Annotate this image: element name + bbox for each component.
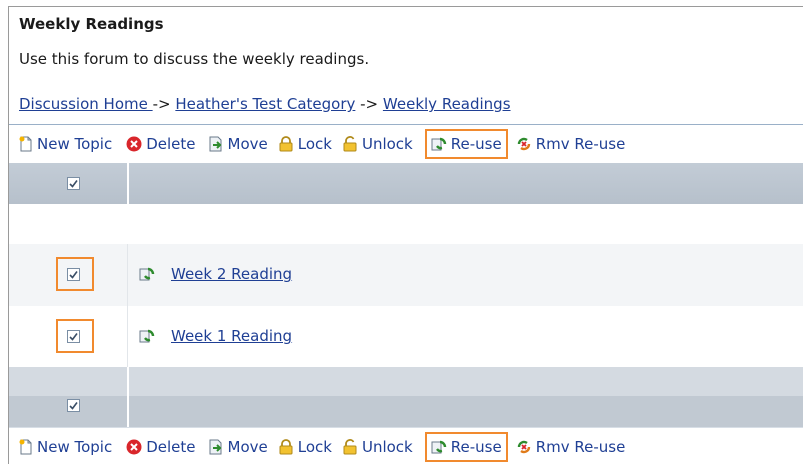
select-all-checkbox[interactable]: [67, 399, 80, 412]
top-toolbar: New Topic Delete Move Lock Unlock Re-use: [9, 125, 803, 164]
remove-reuse-button[interactable]: Rmv Re-use: [516, 135, 626, 153]
footer-row: [9, 367, 803, 427]
delete-button[interactable]: Delete: [126, 135, 196, 153]
row-checkbox[interactable]: [67, 330, 80, 343]
move-icon: [209, 136, 222, 152]
unlock-icon: [343, 439, 357, 455]
lock-label: Lock: [297, 135, 332, 153]
checkmark-icon: [69, 271, 78, 279]
header-row: [9, 163, 803, 204]
forum-panel: Weekly Readings Use this forum to discus…: [8, 6, 803, 466]
checkmark-icon: [69, 402, 78, 410]
delete-label: Delete: [146, 135, 196, 153]
new-topic-label: New Topic: [37, 438, 113, 456]
table-row: Week 1 Reading: [9, 306, 803, 368]
delete-icon: [126, 136, 142, 152]
new-document-icon: [19, 136, 32, 152]
remove-reuse-button[interactable]: Rmv Re-use: [516, 438, 626, 456]
move-button[interactable]: Move: [208, 438, 268, 456]
delete-label: Delete: [146, 438, 196, 456]
move-icon: [209, 439, 222, 455]
reuse-button[interactable]: Re-use: [424, 432, 508, 462]
breadcrumb-separator: ->: [355, 95, 383, 113]
checkmark-icon: [69, 180, 78, 188]
new-document-icon: [19, 439, 32, 455]
select-all-cell: [9, 163, 129, 204]
reuse-button[interactable]: Re-use: [424, 129, 508, 159]
topic-link[interactable]: Week 2 Reading: [171, 265, 292, 283]
breadcrumb: Discussion Home -> Heather's Test Catego…: [19, 95, 511, 113]
lock-label: Lock: [297, 438, 332, 456]
move-label: Move: [227, 135, 268, 153]
lock-button[interactable]: Lock: [278, 438, 332, 456]
select-all-cell: [9, 367, 129, 427]
unlock-button[interactable]: Unlock: [342, 135, 413, 153]
reuse-label: Re-use: [450, 135, 502, 153]
topic-cell: Week 2 Reading: [139, 265, 292, 283]
select-all-checkbox[interactable]: [67, 177, 80, 190]
breadcrumb-category[interactable]: Heather's Test Category: [175, 95, 355, 113]
new-topic-button[interactable]: New Topic: [19, 135, 112, 153]
move-button[interactable]: Move: [208, 135, 268, 153]
table-row: Week 2 Reading: [9, 244, 803, 306]
reuse-icon: [431, 440, 446, 454]
topic-link[interactable]: Week 1 Reading: [171, 327, 292, 345]
move-label: Move: [227, 438, 268, 456]
row-checkbox[interactable]: [67, 268, 80, 281]
lock-icon: [279, 136, 293, 152]
breadcrumb-discussion-home[interactable]: Discussion Home: [19, 95, 153, 113]
new-topic-button[interactable]: New Topic: [19, 438, 112, 456]
breadcrumb-current-forum[interactable]: Weekly Readings: [383, 95, 511, 113]
reuse-label: Re-use: [450, 438, 502, 456]
unlock-button[interactable]: Unlock: [342, 438, 413, 456]
remove-reuse-label: Rmv Re-use: [535, 135, 626, 153]
unlock-label: Unlock: [361, 438, 413, 456]
delete-button[interactable]: Delete: [126, 438, 196, 456]
reuse-icon: [431, 137, 446, 151]
topic-grid: New Topic Delete Move Lock Unlock Re-use: [9, 124, 803, 466]
unlock-icon: [343, 136, 357, 152]
topic-cell: Week 1 Reading: [139, 327, 292, 345]
reuse-icon: [139, 329, 155, 343]
lock-icon: [279, 439, 293, 455]
unlock-label: Unlock: [361, 135, 413, 153]
remove-reuse-label: Rmv Re-use: [535, 438, 626, 456]
checkmark-icon: [69, 333, 78, 341]
bottom-toolbar: New Topic Delete Move Lock Unlock Re-use: [9, 427, 803, 466]
forum-title: Weekly Readings: [19, 15, 164, 33]
new-topic-label: New Topic: [37, 135, 113, 153]
breadcrumb-separator: ->: [152, 95, 176, 113]
lock-button[interactable]: Lock: [278, 135, 332, 153]
remove-reuse-icon: [517, 137, 530, 151]
forum-description: Use this forum to discuss the weekly rea…: [19, 50, 370, 68]
delete-icon: [126, 439, 142, 455]
reuse-icon: [139, 267, 155, 281]
remove-reuse-icon: [517, 440, 530, 454]
